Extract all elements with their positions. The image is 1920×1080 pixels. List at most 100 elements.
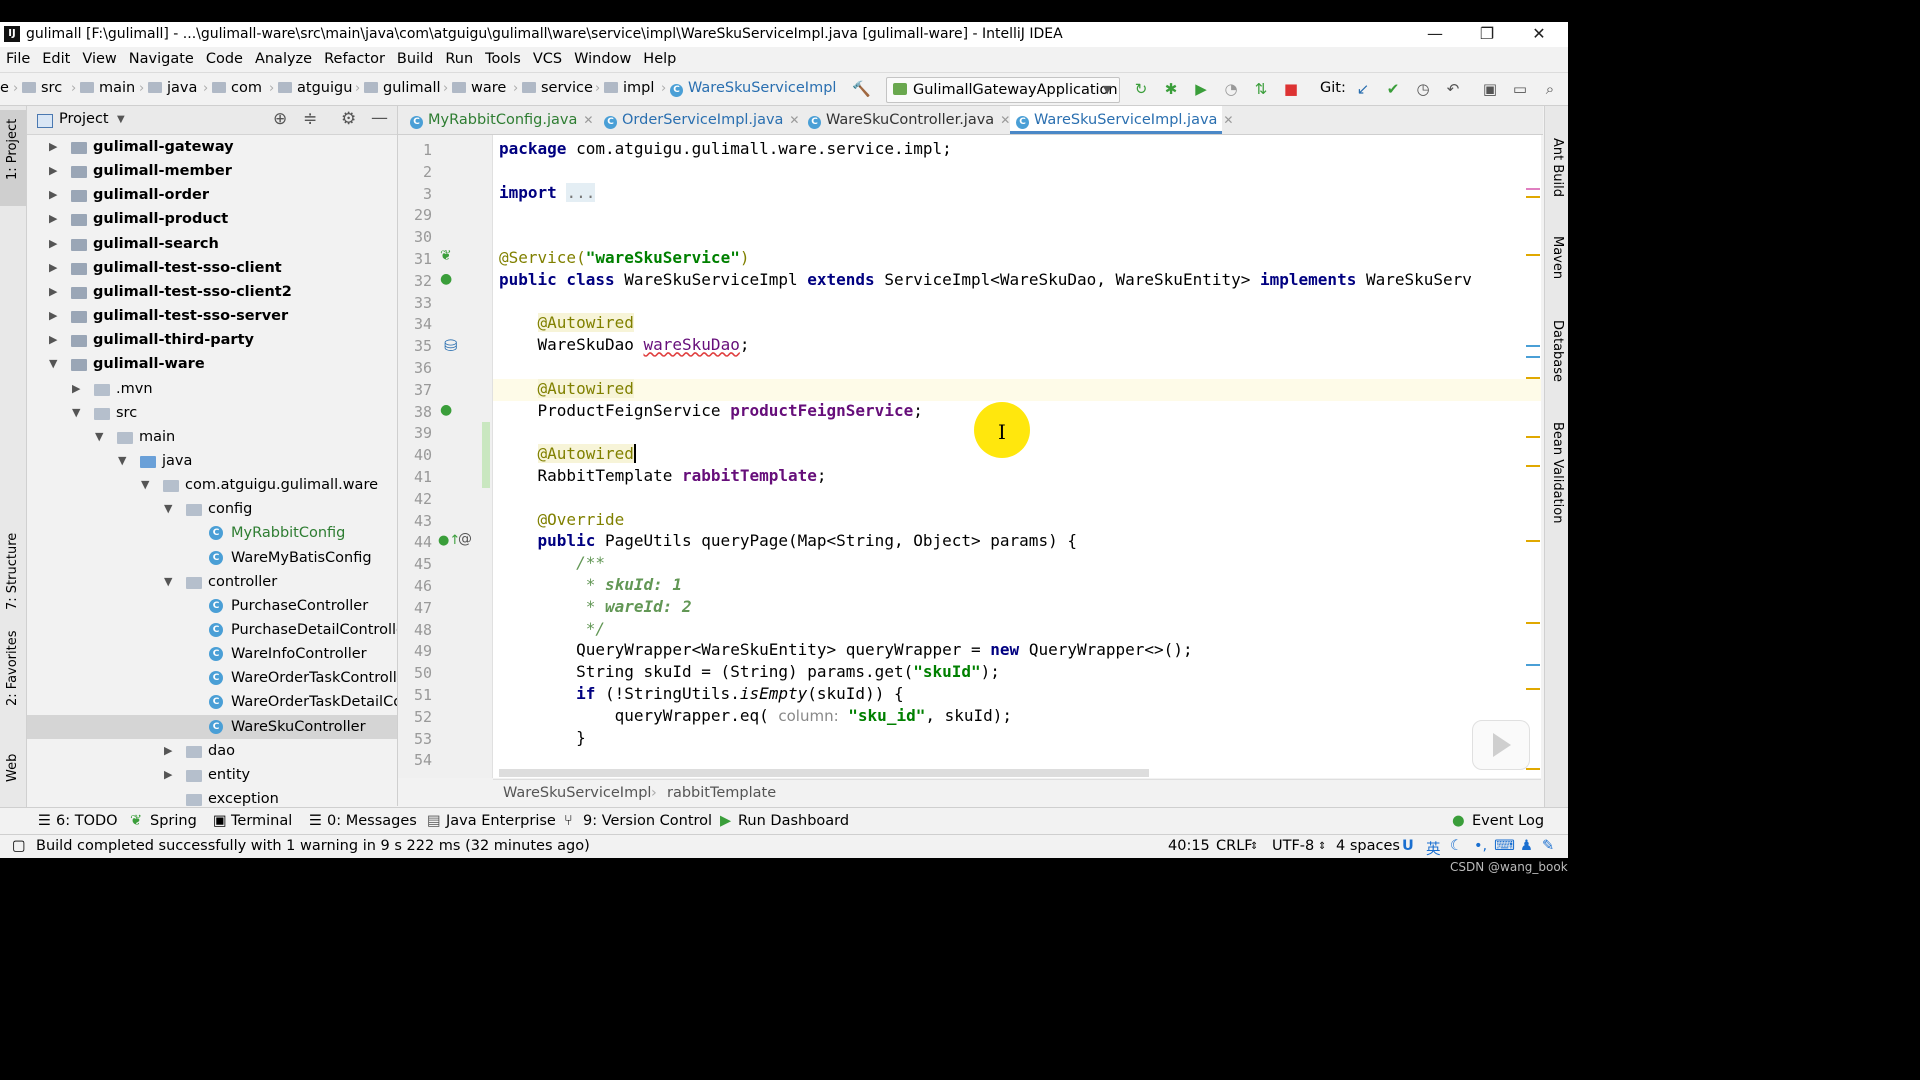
gear-icon[interactable]: ⚙ (341, 109, 356, 129)
code-line[interactable]: ProductFeignService productFeignService; (499, 401, 923, 420)
hide-panel-icon[interactable]: — (371, 108, 388, 128)
caret-position[interactable]: 40:15 (1168, 838, 1210, 854)
nav-crumb[interactable]: service (522, 80, 593, 96)
structure-stripe-button[interactable]: 7: Structure (5, 533, 20, 610)
scroll-marker[interactable] (1526, 540, 1540, 542)
tree-item[interactable]: C PurchaseController (27, 594, 397, 618)
tree-item[interactable]: ▼ config (27, 497, 397, 521)
nav-crumb[interactable]: e (0, 80, 9, 96)
stop-icon[interactable]: ■ (1282, 80, 1300, 98)
tree-item[interactable]: C WareSkuController (27, 714, 397, 739)
update-app-icon[interactable]: ⇅ (1252, 80, 1270, 98)
line-number[interactable]: 46 (398, 577, 432, 595)
chevron-right-icon[interactable]: ▶ (49, 304, 57, 328)
tree-item[interactable]: exception (27, 787, 397, 806)
code-line[interactable]: import ... (499, 182, 596, 202)
tree-item[interactable]: C PurchaseDetailController (27, 618, 397, 642)
tree-item[interactable]: ▼ src (27, 401, 397, 425)
file-encoding[interactable]: UTF-8 (1272, 838, 1314, 854)
chevron-down-icon[interactable]: ▼ (164, 497, 172, 521)
coverage-icon[interactable]: ▶ (1192, 80, 1210, 98)
nav-crumb[interactable]: ware (452, 80, 506, 96)
run-config-select[interactable]: GulimallGatewayApplication ▼ (886, 77, 1120, 103)
line-number[interactable]: 31 (398, 250, 432, 268)
menu-code[interactable]: Code (200, 47, 249, 72)
scroll-marker[interactable] (1526, 377, 1540, 379)
collapse-all-icon[interactable]: ≑ (303, 109, 317, 129)
editor-tab[interactable]: C WareSkuController.java ✕ (802, 106, 1010, 134)
tree-item[interactable]: ▶ gulimall-search (27, 232, 397, 256)
git-update-icon[interactable]: ↙ (1354, 80, 1372, 98)
menu-run[interactable]: Run (439, 47, 479, 72)
tree-item[interactable]: ▶ gulimall-test-sso-client2 (27, 280, 397, 304)
search-icon[interactable]: ⌕ (1541, 80, 1559, 98)
terminal-tool-button[interactable]: Terminal (231, 813, 292, 829)
line-number[interactable]: 29 (398, 206, 432, 224)
line-number[interactable]: 35 (398, 337, 432, 355)
nav-crumb[interactable]: com (212, 80, 262, 96)
chevron-right-icon[interactable]: ▶ (49, 232, 57, 256)
scroll-marker[interactable] (1526, 436, 1540, 438)
close-tab-icon[interactable]: ✕ (1000, 113, 1010, 127)
close-tab-icon[interactable]: ✕ (789, 113, 799, 127)
nav-crumb[interactable]: main (80, 80, 135, 96)
code-line[interactable]: String skuId = (String) params.get("skuI… (499, 662, 1000, 681)
web-stripe-button[interactable]: Web (5, 754, 20, 782)
code-line[interactable]: RabbitTemplate rabbitTemplate; (499, 466, 827, 485)
line-number[interactable]: 43 (398, 512, 432, 530)
database-stripe-button[interactable]: Database (1550, 320, 1565, 382)
presentation-icon[interactable]: ▭ (1511, 80, 1529, 98)
menu-window[interactable]: Window (568, 47, 637, 72)
line-number[interactable]: 47 (398, 599, 432, 617)
close-button[interactable]: ✕ (1524, 23, 1554, 45)
menu-edit[interactable]: Edit (36, 47, 76, 72)
editor-tab[interactable]: C MyRabbitConfig.java ✕ (404, 106, 593, 134)
line-number[interactable]: 45 (398, 555, 432, 573)
scroll-marker[interactable] (1526, 768, 1540, 770)
scroll-marker[interactable] (1526, 622, 1540, 624)
line-number[interactable]: 34 (398, 315, 432, 333)
tree-item[interactable]: C MyRabbitConfig (27, 521, 397, 545)
line-number[interactable]: 41 (398, 468, 432, 486)
line-number[interactable]: 49 (398, 642, 432, 660)
locate-icon[interactable]: ⊕ (273, 109, 287, 129)
breadcrumb-class[interactable]: WareSkuServiceImpl (503, 780, 651, 807)
build-hammer-icon[interactable]: 🔨 (852, 80, 871, 98)
line-number[interactable]: 33 (398, 294, 432, 312)
code-line[interactable]: package com.atguigu.gulimall.ware.servic… (499, 139, 952, 158)
code-line[interactable]: @Autowired (499, 313, 634, 333)
menu-help[interactable]: Help (637, 47, 682, 72)
git-rollback-icon[interactable]: ↶ (1444, 80, 1462, 98)
tree-item[interactable]: ▶ entity (27, 763, 397, 787)
scroll-marker[interactable] (1526, 345, 1540, 347)
event-log-tool-button[interactable]: Event Log (1472, 813, 1544, 829)
spring-bean-icon[interactable]: ❦ (440, 248, 452, 264)
menu-view[interactable]: View (76, 47, 122, 72)
menu-file[interactable]: File (0, 47, 36, 72)
messages-tool-button[interactable]: 0: Messages (327, 813, 417, 829)
line-number[interactable]: 37 (398, 381, 432, 399)
line-number[interactable]: 2 (398, 163, 432, 181)
java-enterprise-tool-button[interactable]: Java Enterprise (446, 813, 556, 829)
version-control-tool-button[interactable]: 9: Version Control (583, 813, 712, 829)
spring-bean-icon[interactable]: ● (440, 271, 452, 287)
code-line[interactable]: queryWrapper.eq( column: "sku_id", skuId… (499, 706, 1012, 725)
tree-item[interactable]: ▶ gulimall-order (27, 183, 397, 207)
chevron-right-icon[interactable]: ▶ (164, 763, 172, 787)
line-number[interactable]: 32 (398, 272, 432, 290)
menu-build[interactable]: Build (391, 47, 439, 72)
maven-stripe-button[interactable]: Maven (1550, 236, 1565, 279)
line-number[interactable]: 51 (398, 686, 432, 704)
tree-item[interactable]: ▼ main (27, 425, 397, 449)
bean-validation-stripe-button[interactable]: Bean Validation (1550, 422, 1565, 523)
status-panel-icon[interactable]: ▢ (12, 838, 26, 854)
tree-item[interactable]: ▶ .mvn (27, 377, 397, 401)
chevron-right-icon[interactable]: ▶ (49, 183, 57, 207)
chevron-right-icon[interactable]: ▶ (72, 377, 80, 401)
chevron-down-icon[interactable]: ▼ (49, 352, 57, 376)
chevron-down-icon[interactable]: ▼ (141, 473, 149, 497)
nav-crumb[interactable]: java (148, 80, 197, 96)
chevron-down-icon[interactable]: ▼ (164, 570, 172, 594)
spring-bean-icon[interactable]: ● (440, 402, 452, 418)
line-number[interactable]: 53 (398, 730, 432, 748)
